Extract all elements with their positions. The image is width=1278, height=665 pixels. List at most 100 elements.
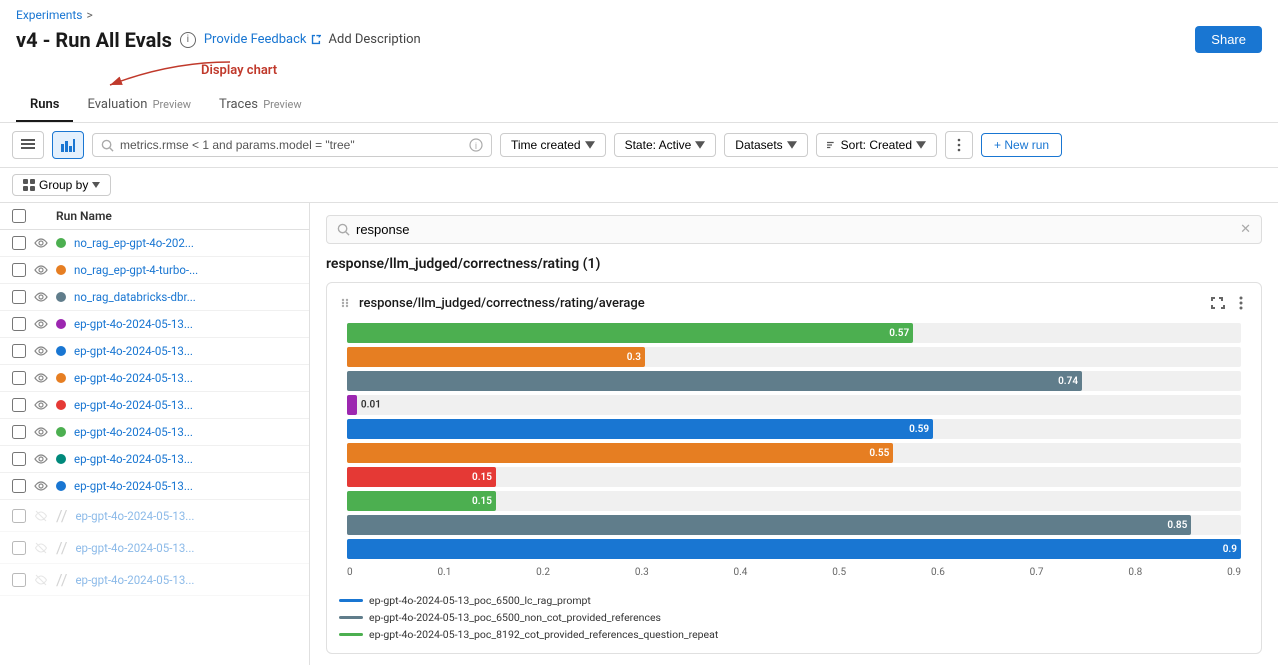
run-checkbox[interactable] [12,290,26,304]
run-checkbox[interactable] [12,263,26,277]
run-row[interactable]: ep-gpt-4o-2024-05-13... [0,365,309,392]
metric-title: response/llm_judged/correctness/rating (… [326,256,1262,272]
run-checkbox[interactable] [12,452,26,466]
add-description-link[interactable]: Add Description [329,32,421,47]
tab-traces[interactable]: Traces Preview [205,89,316,122]
chevron-down-icon [787,140,797,150]
datasets-filter[interactable]: Datasets [724,133,807,157]
x-axis-label: 0.7 [1030,567,1044,578]
share-button[interactable]: Share [1195,26,1262,53]
run-row[interactable]: ep-gpt-4o-2024-05-13... [0,473,309,500]
run-row[interactable]: // ep-gpt-4o-2024-05-13... [0,532,309,564]
search-input[interactable] [120,138,463,152]
run-checkbox[interactable] [12,398,26,412]
breadcrumb: Experiments > [16,8,1262,22]
provide-feedback-link[interactable]: Provide Feedback [204,32,321,47]
search-info-icon[interactable]: i [469,138,483,152]
groupby-button[interactable]: Group by [12,174,111,196]
run-row[interactable]: ep-gpt-4o-2024-05-13... [0,446,309,473]
run-name: no_rag_databricks-dbr... [74,290,297,304]
eye-icon[interactable] [34,371,48,385]
run-dot [56,238,66,248]
eye-slash-icon [34,541,48,555]
x-axis-label: 0.5 [832,567,846,578]
more-icon [952,138,966,152]
bar-row: 0.57 [347,323,1241,343]
run-name: no_rag_ep-gpt-4-turbo-... [74,263,297,277]
eye-icon[interactable] [34,263,48,277]
chart-panel: ✕ response/llm_judged/correctness/rating… [310,203,1278,665]
bar-value-label: 0.15 [472,472,492,483]
eye-icon[interactable] [34,290,48,304]
eye-icon[interactable] [34,344,48,358]
chart-more-icon[interactable] [1233,295,1249,311]
run-checkbox[interactable] [12,425,26,439]
bar-value-label: 0.57 [889,328,909,339]
run-checkbox[interactable] [12,573,26,587]
select-all-checkbox[interactable] [12,209,26,223]
run-checkbox[interactable] [12,541,26,555]
breadcrumb-separator: > [87,8,93,22]
chevron-down-icon [695,140,705,150]
sort-filter[interactable]: Sort: Created [816,133,937,157]
run-dot [56,454,66,464]
eye-icon[interactable] [34,317,48,331]
run-name: ep-gpt-4o-2024-05-13... [74,371,297,385]
annotation-text: Display chart [201,63,277,78]
info-icon[interactable]: i [180,32,196,48]
chart-container: response/llm_judged/correctness/rating/a… [326,282,1262,654]
run-row[interactable]: // ep-gpt-4o-2024-05-13... [0,500,309,532]
breadcrumb-link[interactable]: Experiments [16,8,83,22]
run-checkbox[interactable] [12,371,26,385]
run-row[interactable]: no_rag_ep-gpt-4o-202... [0,230,309,257]
run-row[interactable]: no_rag_databricks-dbr... [0,284,309,311]
runs-panel: Run Name no_rag_ep-gpt-4o-202... no_rag_… [0,203,310,665]
eye-icon[interactable] [34,398,48,412]
run-row[interactable]: ep-gpt-4o-2024-05-13... [0,311,309,338]
run-row[interactable]: // ep-gpt-4o-2024-05-13... [0,564,309,596]
run-checkbox[interactable] [12,344,26,358]
clear-search-icon[interactable]: ✕ [1240,222,1251,237]
chart-search-input[interactable] [356,222,1234,237]
eye-slash-icon [34,573,48,587]
run-row[interactable]: no_rag_ep-gpt-4-turbo-... [0,257,309,284]
groupby-label: Group by [39,178,88,192]
bar-value-label: 0.15 [472,496,492,507]
eye-icon[interactable] [34,425,48,439]
expand-icon[interactable] [1209,295,1225,311]
page-title: v4 - Run All Evals [16,28,172,52]
chart-legend: ep-gpt-4o-2024-05-13_poc_6500_lc_rag_pro… [339,594,1249,641]
bar-track: 0.55 [347,443,1241,463]
run-name: ep-gpt-4o-2024-05-13... [74,344,297,358]
list-view-button[interactable] [12,131,44,159]
bar-track: 0.15 [347,467,1241,487]
run-checkbox[interactable] [12,317,26,331]
legend-item: ep-gpt-4o-2024-05-13_poc_8192_cot_provid… [339,628,1249,641]
time-created-filter[interactable]: Time created [500,133,606,157]
runs-list: no_rag_ep-gpt-4o-202... no_rag_ep-gpt-4-… [0,230,309,596]
eye-icon[interactable] [34,452,48,466]
run-row[interactable]: ep-gpt-4o-2024-05-13... [0,392,309,419]
search-box: i [92,133,492,157]
eye-icon[interactable] [34,236,48,250]
run-checkbox[interactable] [12,509,26,523]
chart-view-button[interactable] [52,131,84,159]
drag-handle-icon [339,296,353,310]
state-filter[interactable]: State: Active [614,133,717,157]
run-name: ep-gpt-4o-2024-05-13... [75,573,297,587]
more-options-button[interactable] [945,131,973,159]
run-checkbox[interactable] [12,236,26,250]
new-run-button[interactable]: + New run [981,133,1062,157]
bar-row: 0.01 [347,395,1241,415]
eye-icon[interactable] [34,479,48,493]
bar-fill: 0.55 [347,443,893,463]
run-checkbox[interactable] [12,479,26,493]
tab-runs[interactable]: Runs [16,89,73,122]
tab-evaluation[interactable]: Evaluation Preview [73,89,205,122]
chart-header: response/llm_judged/correctness/rating/a… [339,295,1249,311]
legend-label: ep-gpt-4o-2024-05-13_poc_6500_lc_rag_pro… [369,594,591,607]
bar-track: 0.85 [347,515,1241,535]
run-row[interactable]: ep-gpt-4o-2024-05-13... [0,338,309,365]
run-row[interactable]: ep-gpt-4o-2024-05-13... [0,419,309,446]
legend-color [339,633,363,636]
